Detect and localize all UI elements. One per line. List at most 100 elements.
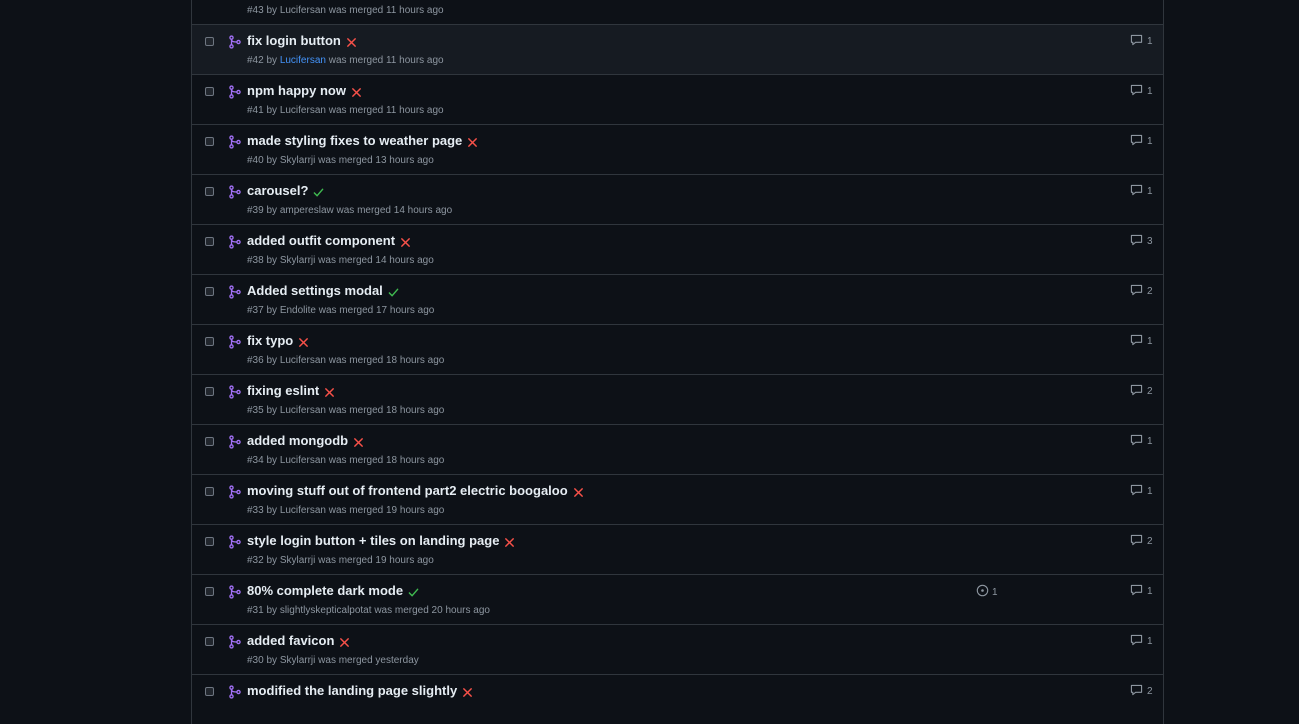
comments-link[interactable]: 1 bbox=[1130, 634, 1153, 649]
comments-link[interactable]: 2 bbox=[1130, 284, 1153, 299]
select-checkbox[interactable] bbox=[205, 287, 214, 296]
comments-link[interactable]: 1 bbox=[1130, 584, 1153, 599]
pr-number: #31 bbox=[247, 605, 264, 616]
checks-passed-icon[interactable] bbox=[388, 285, 399, 297]
pr-title-line: added favicon bbox=[247, 633, 350, 648]
checks-failed-icon[interactable] bbox=[462, 685, 473, 697]
comment-count: 2 bbox=[1147, 286, 1153, 297]
pull-request-row[interactable]: modified the landing page slightly 2 bbox=[192, 674, 1163, 724]
select-checkbox[interactable] bbox=[205, 37, 214, 46]
comments-link[interactable]: 1 bbox=[1130, 34, 1153, 49]
pr-title-link[interactable]: modified the landing page slightly bbox=[247, 683, 457, 698]
checks-passed-icon[interactable] bbox=[408, 585, 419, 597]
select-checkbox[interactable] bbox=[205, 437, 214, 446]
pr-title-link[interactable]: made styling fixes to weather page bbox=[247, 133, 462, 148]
pr-author-link[interactable]: Lucifersan bbox=[280, 455, 326, 466]
pr-author-link[interactable]: Lucifersan bbox=[280, 5, 326, 16]
checks-passed-icon[interactable] bbox=[313, 185, 324, 197]
comment-count: 1 bbox=[1147, 336, 1153, 347]
pr-author-link[interactable]: Lucifersan bbox=[280, 355, 326, 366]
linked-issues[interactable]: 1 bbox=[976, 584, 998, 600]
pr-author-link[interactable]: Lucifersan bbox=[280, 505, 326, 516]
checks-failed-icon[interactable] bbox=[298, 335, 309, 347]
pr-title-link[interactable]: added mongodb bbox=[247, 433, 348, 448]
select-checkbox[interactable] bbox=[205, 687, 214, 696]
pr-author-link[interactable]: Skylarrji bbox=[280, 155, 316, 166]
pr-title-link[interactable]: style login button + tiles on landing pa… bbox=[247, 533, 499, 548]
pr-title-link[interactable]: added outfit component bbox=[247, 233, 395, 248]
pr-title-link[interactable]: added favicon bbox=[247, 633, 334, 648]
pull-request-row[interactable]: #43 by Lucifersan was merged 11 hours ag… bbox=[192, 0, 1163, 24]
pull-request-row[interactable]: Added settings modal #37 by Endolite was … bbox=[192, 274, 1163, 324]
pull-request-row[interactable]: added outfit component #38 by Skylarrji w… bbox=[192, 224, 1163, 274]
pr-author-link[interactable]: Skylarrji bbox=[280, 255, 316, 266]
pr-title-line: carousel? bbox=[247, 183, 324, 198]
comments-link[interactable]: 1 bbox=[1130, 134, 1153, 149]
comment-icon bbox=[1130, 184, 1147, 199]
pr-title-link[interactable]: fix typo bbox=[247, 333, 293, 348]
checks-failed-icon[interactable] bbox=[353, 435, 364, 447]
pr-meta: #33 by Lucifersan was merged 19 hours ag… bbox=[247, 505, 444, 516]
pr-author-link[interactable]: slightlyskepticalpotat bbox=[280, 605, 372, 616]
comments-link[interactable]: 2 bbox=[1130, 534, 1153, 549]
comments-link[interactable]: 2 bbox=[1130, 384, 1153, 399]
pr-title-link[interactable]: fix login button bbox=[247, 33, 341, 48]
pull-request-row[interactable]: added favicon #30 by Skylarrji was merged… bbox=[192, 624, 1163, 674]
pr-title-link[interactable]: npm happy now bbox=[247, 83, 346, 98]
comments-link[interactable]: 1 bbox=[1130, 184, 1153, 199]
comments-link[interactable]: 1 bbox=[1130, 334, 1153, 349]
pr-author-link[interactable]: Lucifersan bbox=[280, 55, 326, 66]
select-checkbox[interactable] bbox=[205, 337, 214, 346]
pr-author-link[interactable]: Skylarrji bbox=[280, 555, 316, 566]
checks-failed-icon[interactable] bbox=[467, 135, 478, 147]
pr-title-link[interactable]: Added settings modal bbox=[247, 283, 383, 298]
pull-request-row[interactable]: npm happy now #41 by Lucifersan was merge… bbox=[192, 74, 1163, 124]
merged-time: was merged 13 hours ago bbox=[318, 155, 434, 166]
pull-request-row[interactable]: fixing eslint #35 by Lucifersan was merge… bbox=[192, 374, 1163, 424]
select-checkbox[interactable] bbox=[205, 137, 214, 146]
select-checkbox[interactable] bbox=[205, 237, 214, 246]
pr-author-link[interactable]: Skylarrji bbox=[280, 655, 316, 666]
pull-request-row[interactable]: made styling fixes to weather page #40 by… bbox=[192, 124, 1163, 174]
comments-link[interactable]: 1 bbox=[1130, 84, 1153, 99]
pull-request-row[interactable]: 80% complete dark mode #31 by slightlyske… bbox=[192, 574, 1163, 624]
select-checkbox[interactable] bbox=[205, 537, 214, 546]
pr-title-link[interactable]: carousel? bbox=[247, 183, 308, 198]
pr-author-link[interactable]: Endolite bbox=[280, 305, 316, 316]
select-checkbox[interactable] bbox=[205, 387, 214, 396]
pr-author-link[interactable]: Lucifersan bbox=[280, 405, 326, 416]
pull-request-row[interactable]: carousel? #39 by ampereslaw was merged 14… bbox=[192, 174, 1163, 224]
comments-link[interactable]: 1 bbox=[1130, 434, 1153, 449]
checks-failed-icon[interactable] bbox=[339, 635, 350, 647]
checks-failed-icon[interactable] bbox=[351, 85, 362, 97]
merged-time: was merged 18 hours ago bbox=[328, 355, 445, 366]
pull-request-row[interactable]: style login button + tiles on landing pa… bbox=[192, 524, 1163, 574]
checks-failed-icon[interactable] bbox=[324, 385, 335, 397]
pr-title-link[interactable]: moving stuff out of frontend part2 elect… bbox=[247, 483, 568, 498]
pr-title-link[interactable]: 80% complete dark mode bbox=[247, 583, 403, 598]
checks-failed-icon[interactable] bbox=[346, 35, 357, 47]
pr-author-link[interactable]: Lucifersan bbox=[280, 105, 326, 116]
checks-failed-icon[interactable] bbox=[504, 535, 515, 547]
pull-request-row[interactable]: added mongodb #34 by Lucifersan was merge… bbox=[192, 424, 1163, 474]
comments-link[interactable]: 2 bbox=[1130, 684, 1153, 699]
select-checkbox[interactable] bbox=[205, 637, 214, 646]
pr-title-line: Added settings modal bbox=[247, 283, 399, 298]
pr-author-link[interactable]: ampereslaw bbox=[280, 205, 334, 216]
pr-title-link[interactable]: fixing eslint bbox=[247, 383, 319, 398]
select-checkbox[interactable] bbox=[205, 487, 214, 496]
comments-link[interactable]: 3 bbox=[1130, 234, 1153, 249]
comment-icon bbox=[1130, 634, 1147, 649]
pull-request-row[interactable]: moving stuff out of frontend part2 elect… bbox=[192, 474, 1163, 524]
pull-request-row[interactable]: fix typo #36 by Lucifersan was merged 18 … bbox=[192, 324, 1163, 374]
pr-number: #39 bbox=[247, 205, 264, 216]
checks-failed-icon[interactable] bbox=[573, 485, 584, 497]
comments-link[interactable]: 1 bbox=[1130, 484, 1153, 499]
comment-icon bbox=[1130, 134, 1147, 149]
pr-number: #41 bbox=[247, 105, 264, 116]
select-checkbox[interactable] bbox=[205, 87, 214, 96]
select-checkbox[interactable] bbox=[205, 187, 214, 196]
pull-request-row[interactable]: fix login button #42 by Lucifersan was me… bbox=[192, 24, 1163, 74]
checks-failed-icon[interactable] bbox=[400, 235, 411, 247]
select-checkbox[interactable] bbox=[205, 587, 214, 596]
